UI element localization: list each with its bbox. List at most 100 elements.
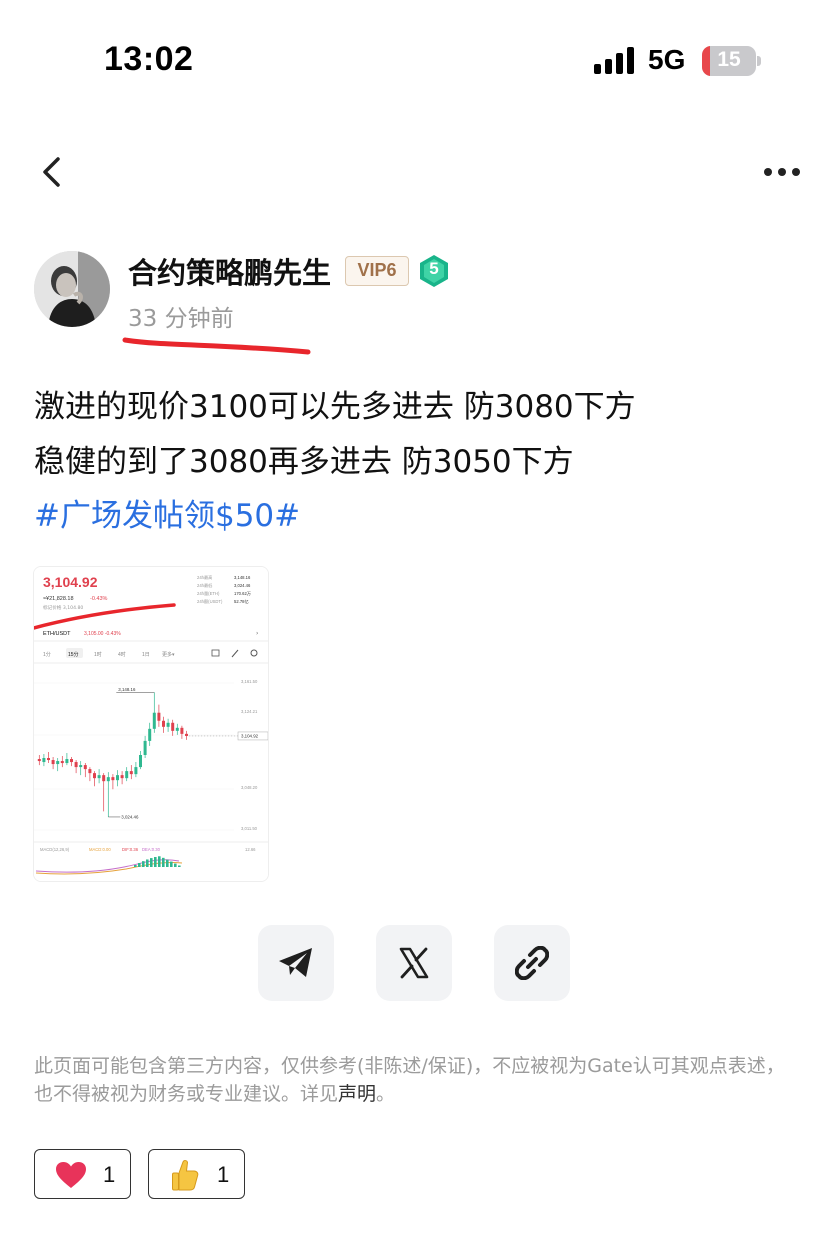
candle-body bbox=[42, 758, 46, 763]
more-button[interactable] bbox=[758, 160, 802, 184]
indicator-label: MACD(12,26,9) bbox=[40, 847, 70, 852]
stat-value: 3,024.46 bbox=[234, 583, 251, 588]
macd-bar bbox=[178, 865, 181, 867]
image-pair-price: 3,105.00 -0.43% bbox=[84, 631, 121, 637]
timeframe-tab: 更多▾ bbox=[162, 651, 175, 658]
candle-body bbox=[37, 759, 41, 762]
share-telegram-button[interactable] bbox=[258, 925, 334, 1001]
macd-bar bbox=[146, 859, 149, 867]
candle-body bbox=[171, 722, 175, 731]
trading-screenshot: 3,104.92 ≈¥21,828.18 -0.43% 标记价格 3,104.8… bbox=[34, 567, 268, 881]
stat-label: 24h最低 bbox=[197, 582, 213, 589]
candle-body bbox=[143, 740, 147, 756]
avatar[interactable] bbox=[34, 251, 110, 327]
level-badge: 5 bbox=[418, 254, 450, 288]
macd-bar bbox=[142, 861, 145, 867]
candle-body bbox=[97, 775, 101, 779]
candle-body bbox=[120, 775, 124, 779]
axis-tick-label: 3,161.50 bbox=[241, 679, 258, 684]
candle-body bbox=[134, 767, 138, 775]
low-price-label: 3,024.46 bbox=[121, 814, 139, 819]
copy-link-button[interactable] bbox=[494, 925, 570, 1001]
candle-body bbox=[180, 727, 184, 734]
candle-body bbox=[129, 771, 133, 775]
author-name[interactable]: 合约策略鹏先生 bbox=[128, 250, 331, 292]
current-price-label: 3,104.92 bbox=[241, 734, 259, 739]
battery-icon: 15 bbox=[702, 46, 756, 76]
post-image[interactable]: 3,104.92 ≈¥21,828.18 -0.43% 标记价格 3,104.8… bbox=[33, 566, 269, 882]
candle-body bbox=[148, 728, 152, 741]
stat-label: 24h额(USDT) bbox=[197, 598, 223, 605]
macd-bar bbox=[138, 863, 141, 867]
candle-body bbox=[51, 760, 55, 765]
axis-tick-label: 3,124.21 bbox=[241, 709, 258, 714]
candle-body bbox=[106, 777, 110, 782]
candle-body bbox=[162, 720, 165, 727]
candle-body bbox=[47, 758, 50, 761]
image-price: 3,104.92 bbox=[43, 574, 98, 590]
indicator-label: 12.66 bbox=[245, 847, 256, 852]
high-price-label: 3,148.16 bbox=[118, 687, 136, 692]
hashtag-link[interactable]: #广场发帖领$50# bbox=[34, 490, 300, 535]
axis-tick-label: 3,048.20 bbox=[241, 785, 258, 790]
chevron-right-icon: › bbox=[256, 630, 258, 637]
indicator-label: DIF:0.36 bbox=[122, 847, 139, 852]
candle-body bbox=[70, 759, 73, 763]
x-icon bbox=[399, 947, 429, 979]
red-underline-annotation bbox=[122, 337, 311, 355]
macd-bar bbox=[174, 863, 177, 867]
timeframe-tab: 1分 bbox=[43, 651, 51, 658]
candle-body bbox=[83, 765, 87, 770]
timeframe-tab: 1日 bbox=[142, 652, 150, 658]
heart-icon bbox=[56, 1162, 86, 1188]
candle-body bbox=[65, 759, 69, 764]
candle-body bbox=[93, 773, 96, 779]
post-text-line-2: 稳健的到了3080再多进去 防3050下方 bbox=[34, 444, 574, 480]
thumbs-up-icon bbox=[172, 1160, 199, 1191]
macd-bar bbox=[166, 859, 169, 867]
macd-bar bbox=[150, 858, 153, 867]
candle-body bbox=[139, 755, 142, 768]
macd-bar bbox=[158, 856, 161, 867]
candle-body bbox=[74, 762, 78, 768]
candle-body bbox=[166, 722, 170, 727]
candle-body bbox=[116, 775, 119, 781]
more-horizontal-icon bbox=[764, 168, 772, 176]
macd-bar bbox=[154, 857, 157, 867]
share-x-button[interactable] bbox=[376, 925, 452, 1001]
candle-body bbox=[111, 777, 115, 781]
indicator-label: DEA:0.30 bbox=[142, 847, 161, 852]
image-cny-line: ≈¥21,828.18 bbox=[43, 596, 74, 602]
post-time: 33 分钟前 bbox=[128, 306, 234, 332]
timeframe-tab: 4时 bbox=[118, 651, 126, 658]
reaction-count: 1 bbox=[103, 1162, 116, 1187]
reaction-heart-button[interactable]: 1 bbox=[34, 1149, 131, 1199]
telegram-icon bbox=[279, 948, 312, 977]
candle-body bbox=[79, 765, 83, 768]
status-time: 13:02 bbox=[104, 40, 194, 78]
reaction-count: 1 bbox=[217, 1162, 230, 1187]
chevron-left-icon bbox=[43, 157, 60, 187]
macd-bar bbox=[162, 857, 165, 867]
axis-tick-label: 3,011.50 bbox=[241, 826, 258, 831]
image-mark-price: 标记价格 3,104.80 bbox=[43, 604, 83, 611]
candle-body bbox=[185, 733, 188, 736]
reaction-thumbs-up-button[interactable]: 1 bbox=[148, 1149, 245, 1199]
stat-label: 24h量(ETH) bbox=[197, 590, 220, 597]
stat-value: 52.78亿 bbox=[234, 598, 249, 605]
indicator-label: MACD:0.00 bbox=[89, 847, 111, 852]
stat-value: 3,148.16 bbox=[234, 575, 251, 580]
stat-label: 24h最高 bbox=[197, 574, 212, 581]
candle-body bbox=[157, 712, 161, 721]
status-bar: 13:02 5G 15 bbox=[0, 0, 828, 120]
macd-bar bbox=[134, 865, 137, 867]
back-button[interactable] bbox=[34, 150, 74, 194]
candle-body bbox=[125, 771, 129, 779]
disclaimer-link[interactable]: 声明 bbox=[338, 1083, 376, 1105]
signal-strength-icon bbox=[594, 46, 636, 74]
candle-body bbox=[88, 769, 92, 774]
candle-body bbox=[175, 727, 179, 731]
candle-body bbox=[56, 761, 60, 765]
candle-body bbox=[60, 761, 64, 764]
link-icon bbox=[515, 946, 549, 980]
